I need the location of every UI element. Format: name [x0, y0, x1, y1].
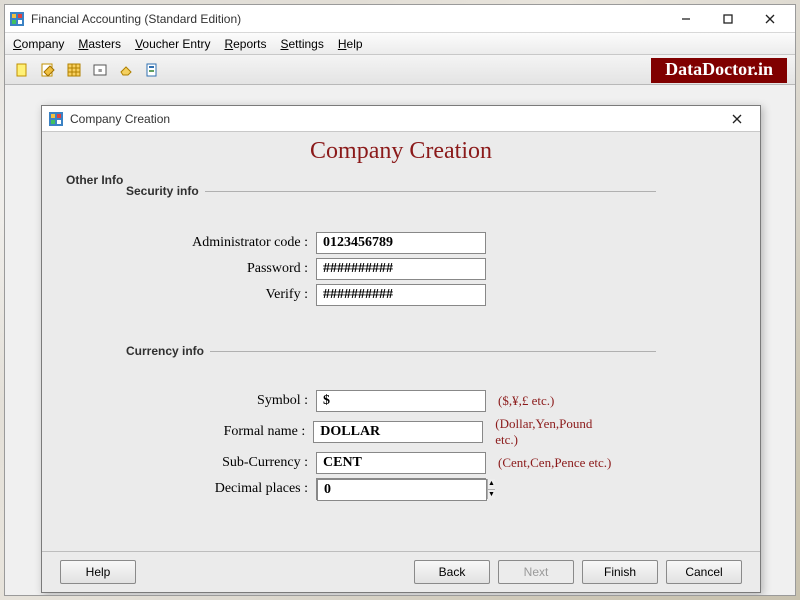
- toolbar-new-icon[interactable]: [11, 59, 33, 81]
- currency-legend: Currency info: [120, 344, 210, 358]
- sub-currency-label: Sub-Currency :: [166, 455, 316, 471]
- company-creation-dialog: Company Creation Company Creation Other …: [41, 105, 761, 593]
- toolbar: ≡ DataDoctor.in: [5, 55, 795, 85]
- security-legend: Security info: [120, 184, 205, 198]
- symbol-input[interactable]: [316, 390, 486, 412]
- main-titlebar: Financial Accounting (Standard Edition): [5, 5, 795, 33]
- formal-name-input[interactable]: [313, 421, 483, 443]
- finish-button[interactable]: Finish: [582, 560, 658, 584]
- row-symbol: Symbol : ($,¥,£ etc.): [166, 390, 616, 412]
- svg-text:≡: ≡: [98, 68, 102, 75]
- admin-code-label: Administrator code :: [166, 235, 316, 251]
- password-input[interactable]: [316, 258, 486, 280]
- menu-help[interactable]: Help: [338, 37, 363, 51]
- toolbar-properties-icon[interactable]: [141, 59, 163, 81]
- toolbar-edit-icon[interactable]: [37, 59, 59, 81]
- help-button[interactable]: Help: [60, 560, 136, 584]
- toolbar-ledger-icon[interactable]: ≡: [89, 59, 111, 81]
- maximize-button[interactable]: [707, 7, 749, 31]
- formal-name-label: Formal name :: [166, 424, 313, 440]
- main-window: Financial Accounting (Standard Edition) …: [4, 4, 796, 596]
- decimal-places-input[interactable]: [317, 479, 487, 501]
- content-area: Company Creation Company Creation Other …: [5, 85, 795, 595]
- dialog-close-button[interactable]: [720, 108, 754, 130]
- dialog-heading: Company Creation: [42, 132, 760, 169]
- menubar: Company Masters Voucher Entry Reports Se…: [5, 33, 795, 55]
- main-title: Financial Accounting (Standard Edition): [31, 12, 241, 26]
- row-password: Password :: [166, 258, 616, 280]
- dialog-title: Company Creation: [70, 112, 170, 126]
- menu-settings[interactable]: Settings: [280, 37, 323, 51]
- sub-currency-input[interactable]: [316, 452, 486, 474]
- sub-currency-hint: (Cent,Cen,Pence etc.): [486, 455, 611, 471]
- formal-name-hint: (Dollar,Yen,Pound etc.): [483, 416, 616, 448]
- dialog-icon: [48, 111, 64, 127]
- verify-input[interactable]: [316, 284, 486, 306]
- dialog-body: Other Info Security info Administrator c…: [42, 169, 760, 551]
- menu-voucher-entry[interactable]: Voucher Entry: [135, 37, 210, 51]
- dialog-button-bar: Help Back Next Finish Cancel: [42, 551, 760, 592]
- app-icon: [9, 11, 25, 27]
- symbol-hint: ($,¥,£ etc.): [486, 393, 554, 409]
- currency-fieldset: Currency info Symbol : ($,¥,£ etc.) Form…: [126, 351, 656, 522]
- minimize-button[interactable]: [665, 7, 707, 31]
- next-button[interactable]: Next: [498, 560, 574, 584]
- stepper-down-icon[interactable]: ▼: [488, 490, 495, 500]
- decimal-places-stepper[interactable]: ▲ ▼: [316, 478, 486, 500]
- menu-company[interactable]: Company: [13, 37, 64, 51]
- row-verify: Verify :: [166, 284, 616, 306]
- toolbar-erase-icon[interactable]: [115, 59, 137, 81]
- close-button[interactable]: [749, 7, 791, 31]
- stepper-up-icon[interactable]: ▲: [488, 479, 495, 490]
- row-formal-name: Formal name : (Dollar,Yen,Pound etc.): [166, 416, 616, 448]
- row-sub-currency: Sub-Currency : (Cent,Cen,Pence etc.): [166, 452, 616, 474]
- dialog-titlebar: Company Creation: [42, 106, 760, 132]
- row-decimal-places: Decimal places : ▲ ▼: [166, 478, 616, 500]
- symbol-label: Symbol :: [166, 393, 316, 409]
- security-fieldset: Security info Administrator code : Passw…: [126, 191, 656, 341]
- menu-reports[interactable]: Reports: [224, 37, 266, 51]
- menu-masters[interactable]: Masters: [78, 37, 121, 51]
- cancel-button[interactable]: Cancel: [666, 560, 742, 584]
- decimal-places-label: Decimal places :: [166, 481, 316, 497]
- brand-badge: DataDoctor.in: [651, 58, 787, 83]
- admin-code-input[interactable]: [316, 232, 486, 254]
- back-button[interactable]: Back: [414, 560, 490, 584]
- verify-label: Verify :: [166, 287, 316, 303]
- password-label: Password :: [166, 261, 316, 277]
- row-admin-code: Administrator code :: [166, 232, 616, 254]
- toolbar-register-icon[interactable]: [63, 59, 85, 81]
